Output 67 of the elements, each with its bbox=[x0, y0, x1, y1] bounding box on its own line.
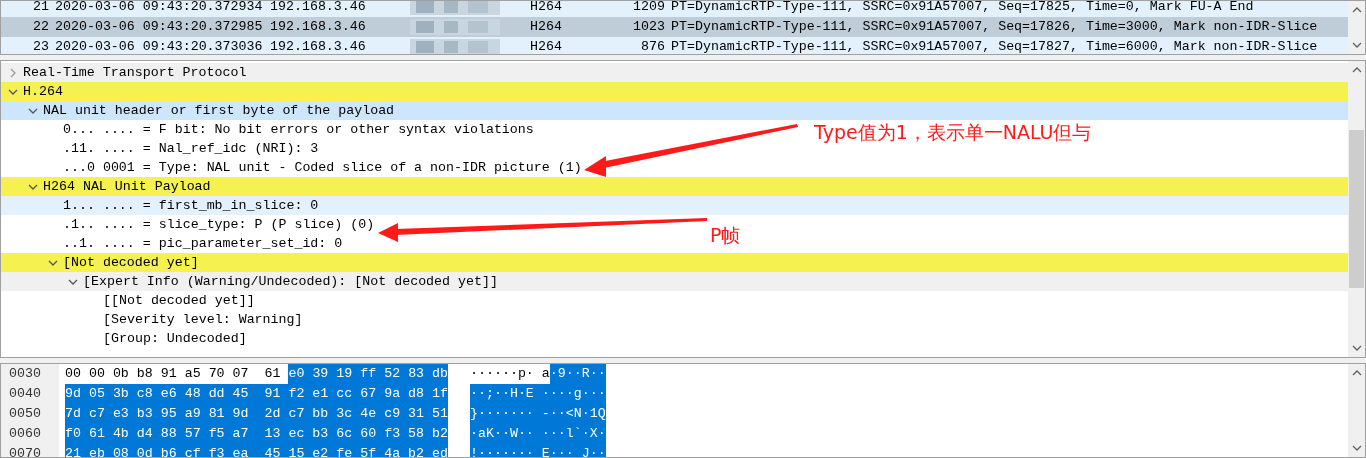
table-cell-text: 192.168.3.46 bbox=[270, 38, 367, 54]
scroll-up-icon bbox=[1351, 5, 1362, 15]
offset-label: 0050 bbox=[1, 404, 59, 424]
table-cell-text: PT=DynamicRTP-Type-111, SSRC=0x91A57007, Seq=17827, Time=6000, Mark non-IDR-Slice bbox=[671, 38, 1319, 54]
tree-row[interactable]: 1... .... = first_mb_in_slice: 0 bbox=[1, 196, 1348, 215]
scrollbar[interactable] bbox=[1348, 364, 1365, 457]
table-cell-text: H264 bbox=[530, 1, 563, 16]
table-cell-text: 2020-03-06 09:43:20.372985 bbox=[55, 18, 264, 36]
tree-label: Real-Time Transport Protocol bbox=[23, 64, 248, 82]
tree-item[interactable]: 0... .... = F bit: No bit errors or other syntax violations bbox=[63, 120, 538, 139]
tree-item[interactable]: ..1. .... = pic_parameter_set_id: 0 bbox=[63, 234, 347, 253]
table-cell-text: 876 bbox=[640, 38, 666, 54]
selected-ascii-text: ·9··R·· bbox=[549, 364, 606, 384]
tree-row[interactable]: [Not decoded yet] bbox=[1, 253, 1348, 272]
annotation-text: Type值为1，表示单一NALU但与 bbox=[814, 121, 1092, 143]
table-cell-text: H264 bbox=[530, 38, 563, 54]
table-cell-text: 2020-03-06 09:43:20.373036 bbox=[55, 38, 264, 54]
offset-label: 0060 bbox=[1, 424, 59, 444]
tree-row[interactable]: NAL unit header or first byte of the payload bbox=[1, 101, 1348, 120]
table-cell-text: H264 bbox=[530, 18, 563, 36]
scroll-down-icon bbox=[1351, 40, 1362, 50]
selected-hex-bytes: 7d c7 e3 b3 95 a9 81 9d 2d c7 bb 3c 4e c9 31 51 bbox=[65, 404, 448, 424]
offset-label: 0030 bbox=[1, 364, 59, 384]
packet-row[interactable]: 22 2020-03-06 09:43:20.372985 192.168.3.46 H264 1023 PT=DynamicRTP-Type-111, SSRC=0x91A57007, Seq=17826, Time=3000, Mark non-IDR-Slice bbox=[1, 17, 1348, 37]
packet-row[interactable]: 23 2020-03-06 09:43:20.373036 192.168.3.46 H264 876 PT=DynamicRTP-Type-111, SSRC=0x91A57007, Seq=17827, Time=6000, Mark non-IDR-Slice bbox=[1, 37, 1348, 54]
annotation-text: P帧 bbox=[710, 224, 741, 246]
tree-item[interactable]: [[Not decoded yet]] bbox=[103, 291, 259, 310]
tree-row[interactable]: [Expert Info (Warning/Undecoded): [Not decoded yet]] bbox=[1, 272, 1348, 291]
tree-row[interactable]: H264 NAL Unit Payload bbox=[1, 177, 1348, 196]
tree-item[interactable]: .11. .... = Nal_ref_idc (NRI): 3 bbox=[63, 139, 323, 158]
table-cell-text: 2020-03-06 09:43:20.372934 bbox=[55, 1, 264, 16]
selected-hex-bytes: 21 eb 08 0d b6 cf f3 ea 45 15 e2 fe 5f 4a b2 ed bbox=[65, 444, 448, 457]
table-cell-text: 192.168.3.46 bbox=[270, 18, 367, 36]
packet-row[interactable]: 21 2020-03-06 09:43:20.372934 192.168.3.46 H264 1209 PT=DynamicRTP-Type-111, SSRC=0x91A57007, Seq=17825, Time=0, Mark FU-A End bbox=[1, 1, 1348, 17]
table-cell-text: 1023 bbox=[632, 18, 666, 36]
tree-row[interactable]: H.264 bbox=[1, 82, 1348, 101]
table-cell-text: PT=DynamicRTP-Type-111, SSRC=0x91A57007, Seq=17826, Time=3000, Mark non-IDR-Slice bbox=[671, 18, 1319, 36]
selected-ascii-text: }······· -··<N·1Q bbox=[470, 404, 606, 424]
selected-hex-bytes: 9d 05 3b c8 e6 48 dd 45 91 f2 e1 cc 67 9a d8 1f bbox=[65, 384, 448, 404]
selected-hex-bytes: e0 39 19 ff 52 83 db bbox=[288, 364, 449, 384]
scroll-up-icon bbox=[1351, 65, 1362, 75]
tree-row[interactable]: Real-Time Transport Protocol bbox=[1, 63, 1348, 82]
scroll-down-icon bbox=[1351, 443, 1362, 453]
selected-hex-bytes: f0 61 4b d4 88 57 f5 a7 13 ec b3 6c 60 f3 58 b2 bbox=[65, 424, 448, 444]
table-cell-text: 23 bbox=[32, 38, 50, 54]
table-cell-text: 22 bbox=[32, 18, 50, 36]
scroll-up-icon bbox=[1351, 368, 1362, 378]
scroll-down-icon bbox=[1351, 343, 1362, 353]
tree-label: [Expert Info (Warning/Undecoded): [Not decoded yet]] bbox=[83, 273, 499, 291]
tree-item[interactable]: [Severity level: Warning] bbox=[103, 310, 307, 329]
offset-label: 0040 bbox=[1, 384, 59, 404]
ascii-text: ······p· a bbox=[470, 365, 550, 383]
tree-item[interactable]: [Group: Undecoded] bbox=[103, 329, 251, 348]
selected-ascii-text: ·aK··W·· ···l`·X· bbox=[470, 424, 606, 444]
scrollbar[interactable] bbox=[1348, 61, 1365, 357]
table-cell-text: 21 bbox=[32, 1, 50, 16]
scrollbar[interactable] bbox=[1348, 1, 1365, 54]
hex-bytes: 00 00 0b b8 91 a5 70 07 61 bbox=[65, 365, 282, 383]
tree-item[interactable]: ...0 0001 = Type: NAL unit - Coded slice of a non-IDR picture (1) bbox=[63, 158, 586, 177]
selected-ascii-text: ··;··H·E ····g··· bbox=[470, 384, 606, 404]
table-cell-text: 192.168.3.46 bbox=[270, 1, 367, 16]
table-cell-text: PT=DynamicRTP-Type-111, SSRC=0x91A57007, Seq=17825, Time=0, Mark FU-A End bbox=[671, 1, 1255, 16]
tree-label: 1... .... = first_mb_in_slice: 0 bbox=[63, 197, 320, 215]
offset-label: 0070 bbox=[1, 444, 59, 457]
tree-label: NAL unit header or first byte of the payload bbox=[43, 102, 396, 120]
table-cell-text: 1209 bbox=[632, 1, 666, 16]
tree-item[interactable]: .1.. .... = slice_type: P (P slice) (0) bbox=[63, 215, 379, 234]
